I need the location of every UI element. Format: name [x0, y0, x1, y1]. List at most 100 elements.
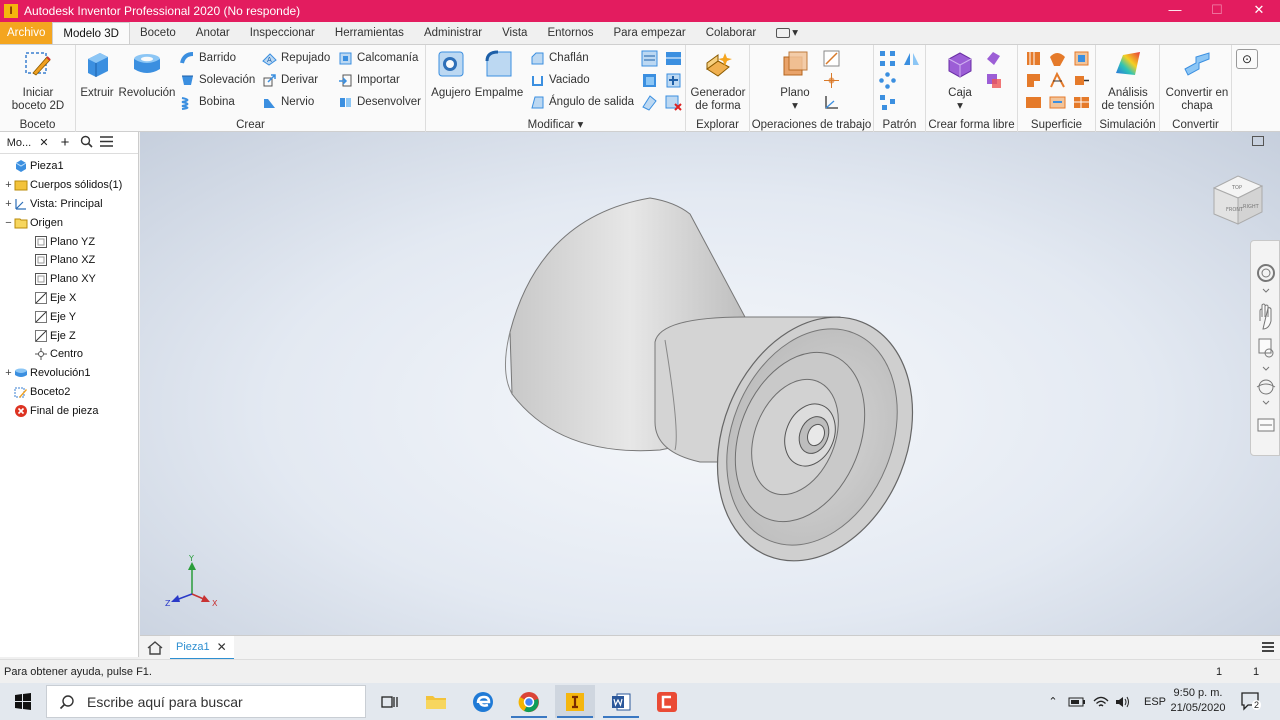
tab-entornos[interactable]: Entornos — [537, 22, 603, 44]
tree-node[interactable]: Boceto2 — [0, 383, 138, 402]
viewcube-top-label[interactable]: TOP — [1231, 185, 1242, 191]
browser-title[interactable]: Mo... — [0, 137, 34, 149]
tree-node[interactable]: Eje X — [0, 289, 138, 308]
revolved-part-model[interactable] — [140, 132, 1280, 635]
tree-node[interactable]: Plano XY — [0, 270, 138, 289]
document-tab-pieza1[interactable]: Pieza1 ✕ — [170, 636, 234, 660]
stress-analysis-button[interactable]: Análisis de tensión — [1098, 49, 1158, 113]
volume-icon[interactable] — [1114, 695, 1132, 709]
tree-node[interactable]: + Revolución1 — [0, 364, 138, 383]
patch-icon[interactable] — [1048, 49, 1067, 68]
thicken-icon[interactable] — [640, 71, 659, 90]
tab-boceto[interactable]: Boceto — [130, 22, 186, 44]
sculpt-icon[interactable] — [1072, 49, 1091, 68]
pan-hand-icon[interactable] — [1259, 303, 1272, 330]
shape-generator-button[interactable]: Generador de forma — [688, 49, 748, 113]
file-explorer-button[interactable] — [416, 685, 456, 718]
minimize-button[interactable]: — — [1154, 0, 1196, 22]
windows-start-icon[interactable] — [0, 683, 46, 720]
tree-node[interactable]: Eje Z — [0, 326, 138, 345]
tree-node[interactable]: Centro — [0, 345, 138, 364]
ribbon-options-button[interactable]: ⊙ — [1236, 49, 1258, 69]
tree-node[interactable]: Plano XZ — [0, 251, 138, 270]
replace-face-icon[interactable] — [640, 93, 659, 112]
chrome-browser-button[interactable] — [509, 685, 549, 718]
freeform-box-button[interactable]: Caja ▾ — [942, 49, 978, 113]
move-face-icon[interactable] — [664, 71, 683, 90]
stitch-icon[interactable] — [1024, 49, 1043, 68]
circular-pattern-icon[interactable] — [878, 71, 897, 90]
hamburger-menu-icon[interactable] — [96, 135, 116, 150]
tab-administrar[interactable]: Administrar — [414, 22, 492, 44]
ruled-surface-icon[interactable] — [1048, 71, 1067, 90]
sketch-driven-pattern-icon[interactable] — [878, 93, 897, 112]
tree-expander-icon[interactable]: + — [4, 179, 13, 191]
convert-to-sheet-metal-button[interactable]: Convertir en chapa — [1162, 49, 1232, 113]
group-label-modificar[interactable]: Modificar ▾ — [426, 117, 685, 131]
combine-icon[interactable] — [664, 49, 683, 68]
inventor-app-icon[interactable]: I — [4, 4, 18, 18]
replace-surface-icon[interactable] — [1024, 93, 1043, 112]
tab-archivo[interactable]: Archivo — [0, 22, 53, 44]
tab-para-empezar[interactable]: Para empezar — [603, 22, 695, 44]
import-button[interactable]: Importar — [338, 71, 400, 89]
sweep-button[interactable]: Barrido — [180, 49, 236, 67]
emboss-button[interactable]: A Repujado — [262, 49, 330, 67]
extend-icon[interactable] — [1072, 71, 1091, 90]
look-at-icon[interactable] — [1257, 418, 1275, 432]
tree-node[interactable]: − Origen — [0, 213, 138, 232]
tree-node[interactable]: Eje Y — [0, 307, 138, 326]
tree-node[interactable]: + Vista: Principal — [0, 195, 138, 214]
tree-expander-icon[interactable]: − — [4, 217, 13, 229]
derive-button[interactable]: Derivar — [262, 71, 318, 89]
tree-expander-icon[interactable]: + — [4, 198, 13, 210]
revolve-button[interactable]: Revolución — [116, 49, 178, 100]
inventor-taskbar-button[interactable] — [555, 685, 595, 718]
battery-icon[interactable] — [1068, 695, 1086, 709]
ucs-icon[interactable] — [822, 93, 841, 112]
work-axis-icon[interactable] — [822, 49, 841, 68]
taskbar-clock[interactable]: 9:50 p. m. 21/05/2020 — [1166, 686, 1230, 716]
task-view-button[interactable] — [370, 685, 410, 718]
home-icon[interactable] — [146, 639, 164, 657]
close-window-button[interactable]: ✕ — [1238, 0, 1280, 22]
unwrap-button[interactable]: Desenvolver — [338, 93, 421, 111]
viewcube-right-label[interactable]: RIGHT — [1243, 204, 1260, 210]
tree-node[interactable]: Plano YZ — [0, 232, 138, 251]
tab-modelo-3d[interactable]: Modelo 3D — [52, 22, 130, 44]
tree-node[interactable]: Final de pieza — [0, 401, 138, 420]
rib-button[interactable]: Nervio — [262, 93, 314, 111]
orbit-icon[interactable] — [1256, 379, 1276, 395]
tab-menu-icon[interactable] — [1262, 642, 1274, 652]
tab-colaborar[interactable]: Colaborar — [696, 22, 767, 44]
freeform-face-icon[interactable] — [984, 49, 1003, 68]
tree-node[interactable]: + Cuerpos sólidos(1) — [0, 176, 138, 195]
maximize-button[interactable]: ☐ — [1196, 0, 1238, 22]
graphics-viewport[interactable]: FRONT RIGHT TOP Y X Z — [140, 132, 1280, 635]
delete-face-icon[interactable] — [664, 93, 683, 112]
camtasia-taskbar-button[interactable] — [647, 685, 687, 718]
hole-button[interactable]: Agujero — [430, 49, 472, 100]
close-icon[interactable]: ✕ — [217, 640, 227, 654]
chamfer-button[interactable]: Chaflán — [530, 49, 589, 67]
start-2d-sketch-button[interactable]: Iniciar boceto 2D — [6, 49, 70, 113]
repair-icon[interactable] — [1048, 93, 1067, 112]
loft-button[interactable]: Solevación — [180, 71, 255, 89]
chevron-up-icon[interactable]: ⌃ — [1046, 695, 1060, 708]
viewcube-front-label[interactable]: FRONT — [1226, 207, 1244, 213]
search-icon[interactable] — [76, 135, 96, 151]
fillet-button[interactable]: Empalme — [474, 49, 524, 100]
tab-anotar[interactable]: Anotar — [186, 22, 240, 44]
draft-button[interactable]: Ángulo de salida — [530, 93, 634, 111]
wifi-icon[interactable] — [1092, 695, 1110, 709]
word-taskbar-button[interactable] — [601, 685, 641, 718]
notification-center-button[interactable]: 2 — [1240, 691, 1262, 711]
steering-wheel-icon[interactable] — [1257, 264, 1275, 282]
add-icon[interactable]: + — [54, 134, 76, 151]
ribbon-display-options[interactable]: ▾ — [766, 22, 808, 44]
tab-herramientas[interactable]: Herramientas — [325, 22, 414, 44]
tree-expander-icon[interactable]: + — [4, 367, 13, 379]
rectangular-pattern-icon[interactable] — [878, 49, 897, 68]
trim-icon[interactable] — [1024, 71, 1043, 90]
fit-mesh-icon[interactable] — [1072, 93, 1091, 112]
